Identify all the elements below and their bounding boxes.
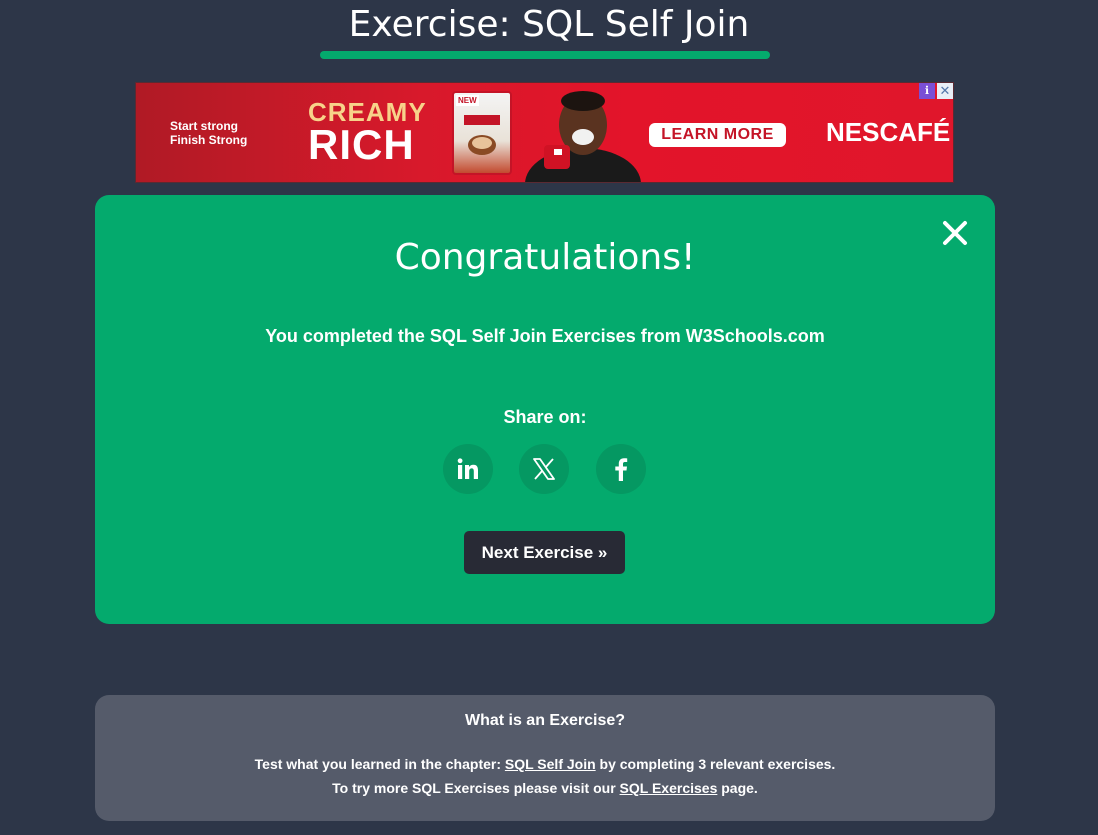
congratulations-panel: Congratulations! You completed the SQL S… bbox=[95, 195, 995, 624]
info-line-more-exercises: To try more SQL Exercises please visit o… bbox=[95, 780, 995, 796]
info-line1-prefix: Test what you learned in the chapter: bbox=[254, 756, 505, 772]
next-exercise-button[interactable]: Next Exercise » bbox=[464, 531, 625, 574]
exercise-info-panel: What is an Exercise? Test what you learn… bbox=[95, 695, 995, 821]
sql-self-join-link[interactable]: SQL Self Join bbox=[505, 756, 596, 772]
ad-learn-more-button[interactable]: LEARN MORE bbox=[649, 123, 786, 147]
ad-banner[interactable]: Start strong Finish Strong CREAMY RICH N… bbox=[135, 82, 954, 183]
info-line2-suffix: page. bbox=[717, 780, 758, 796]
ad-tagline: Start strong Finish Strong bbox=[170, 119, 247, 147]
info-line1-suffix: by completing 3 relevant exercises. bbox=[595, 756, 836, 772]
info-heading: What is an Exercise? bbox=[464, 712, 626, 729]
ad-product-image: NEW bbox=[452, 91, 512, 175]
share-label: Share on: bbox=[503, 407, 587, 427]
info-line-chapter: Test what you learned in the chapter: SQ… bbox=[95, 756, 995, 772]
ad-person-image bbox=[525, 91, 641, 182]
ad-tagline-line2: Finish Strong bbox=[170, 133, 248, 147]
share-linkedin-button[interactable] bbox=[443, 444, 493, 494]
ad-tagline-line1: Start strong bbox=[170, 119, 239, 133]
congratulations-heading: Congratulations! bbox=[394, 237, 696, 278]
ad-close-icon[interactable]: ✕ bbox=[937, 83, 953, 99]
sql-exercises-link[interactable]: SQL Exercises bbox=[620, 780, 718, 796]
x-icon bbox=[533, 458, 555, 480]
ad-brand-logo: NESCAFÉ bbox=[826, 117, 951, 147]
page-title: Exercise: SQL Self Join bbox=[348, 4, 750, 45]
ad-headline-bottom: RICH bbox=[308, 121, 415, 168]
completed-message: You completed the SQL Self Join Exercise… bbox=[265, 326, 825, 346]
title-underline bbox=[320, 51, 770, 59]
info-line2-prefix: To try more SQL Exercises please visit o… bbox=[332, 780, 620, 796]
linkedin-icon bbox=[457, 458, 478, 479]
share-facebook-button[interactable] bbox=[596, 444, 646, 494]
adchoices-icon[interactable]: ℹ bbox=[919, 83, 935, 99]
facebook-icon bbox=[615, 458, 628, 481]
share-x-button[interactable] bbox=[519, 444, 569, 494]
